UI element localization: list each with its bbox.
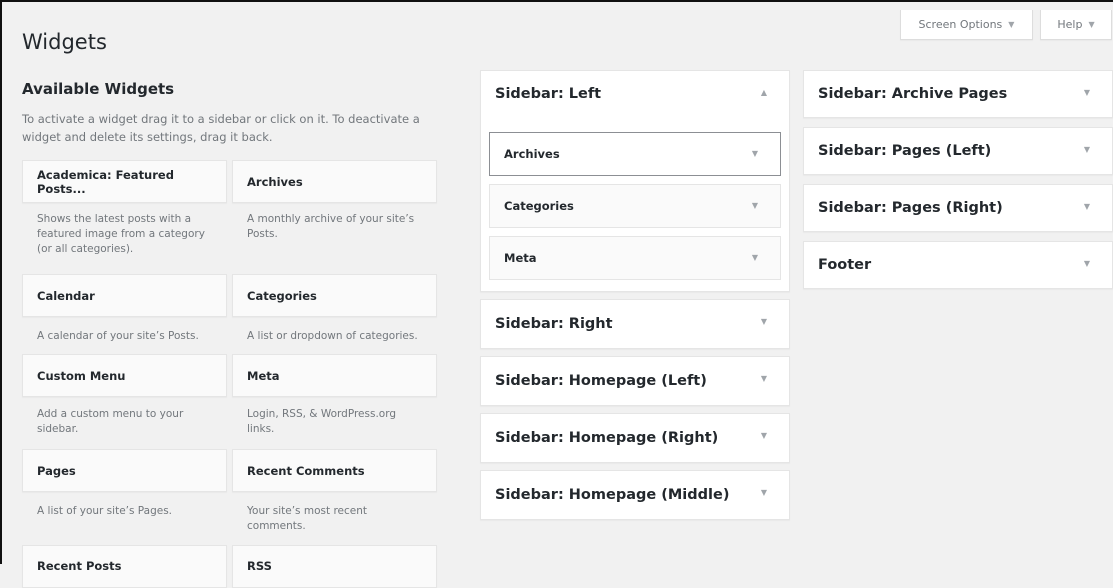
widget-recent-posts[interactable]: Recent Posts [22,545,227,588]
chevron-down-icon[interactable]: ▼ [752,201,758,210]
chevron-down-icon[interactable]: ▼ [752,253,758,262]
sidebar-widget-meta[interactable]: Meta ▼ [489,236,781,280]
chevron-down-icon[interactable]: ▼ [761,431,767,440]
widget-description: A list or dropdown of categories. [247,330,418,342]
sidebar-widget-title: Meta [504,251,537,265]
widget-description: A list of your site’s Pages. [37,505,173,517]
available-widgets-description: To activate a widget drag it to a sideba… [22,112,420,144]
page-title: Widgets [22,30,107,54]
sidebar-title: Sidebar: Pages (Left) [818,143,992,159]
sidebar-title: Sidebar: Left [495,86,602,102]
widget-title: Custom Menu [37,368,126,383]
sidebar-homepage-right-panel[interactable]: Sidebar: Homepage (Right) ▼ [480,413,790,463]
sidebar-pages-right-panel[interactable]: Sidebar: Pages (Right) ▼ [803,184,1113,232]
sidebar-widget-categories[interactable]: Categories ▼ [489,184,781,228]
widget-academica-featured-posts[interactable]: Academica: Featured Posts... [22,160,227,203]
sidebar-widget-title: Archives [504,147,560,161]
widget-description: A calendar of your site’s Posts. [37,330,199,342]
chevron-up-icon[interactable]: ▲ [761,88,767,97]
screen-options-label: Screen Options [918,18,1003,31]
widget-title: Archives [247,174,303,189]
widget-archives[interactable]: Archives [232,160,437,203]
widget-description: Shows the latest posts with a featured i… [37,213,205,255]
sidebar-title: Sidebar: Homepage (Left) [495,373,707,389]
widget-title: Meta [247,368,280,383]
chevron-down-icon[interactable]: ▼ [1084,259,1090,268]
sidebar-right-panel[interactable]: Sidebar: Right ▼ [480,299,790,349]
chevron-down-icon[interactable]: ▼ [761,374,767,383]
widget-meta[interactable]: Meta [232,354,437,397]
sidebar-left-header[interactable]: Sidebar: Left ▲ [481,71,789,117]
widget-pages[interactable]: Pages [22,449,227,492]
sidebar-title: Footer [818,257,872,273]
sidebar-title: Sidebar: Pages (Right) [818,200,1003,216]
sidebar-widget-archives[interactable]: Archives ▼ [489,132,781,176]
chevron-down-icon[interactable]: ▼ [761,317,767,326]
chevron-down-icon[interactable]: ▼ [1084,145,1090,154]
widget-description: Add a custom menu to your sidebar. [37,408,184,435]
chevron-down-icon: ▼ [1008,20,1015,29]
available-widgets-title: Available Widgets [22,80,175,98]
chevron-down-icon: ▼ [1088,20,1095,29]
sidebar-title: Sidebar: Homepage (Right) [495,430,719,446]
chevron-down-icon[interactable]: ▼ [1084,202,1090,211]
sidebar-pages-left-panel[interactable]: Sidebar: Pages (Left) ▼ [803,127,1113,175]
chevron-down-icon[interactable]: ▼ [1084,88,1090,97]
widget-recent-comments[interactable]: Recent Comments [232,449,437,492]
chevron-down-icon[interactable]: ▼ [752,149,758,158]
widget-description: Login, RSS, & WordPress.org links. [247,408,397,435]
widget-title: Pages [37,463,76,478]
widget-custom-menu[interactable]: Custom Menu [22,354,227,397]
screen-options-button[interactable]: Screen Options ▼ [900,10,1033,40]
chevron-down-icon[interactable]: ▼ [761,488,767,497]
widget-rss[interactable]: RSS [232,545,437,588]
widget-calendar[interactable]: Calendar [22,274,227,317]
widget-description: Your site’s most recent comments. [247,505,367,532]
sidebar-homepage-middle-panel[interactable]: Sidebar: Homepage (Middle) ▼ [480,470,790,520]
sidebar-left-panel: Sidebar: Left ▲ Archives ▼ Categories ▼ … [480,70,790,292]
sidebar-title: Sidebar: Archive Pages [818,86,1008,102]
sidebar-widget-title: Categories [504,199,574,213]
widget-title: Academica: Featured Posts... [37,167,174,196]
help-button[interactable]: Help ▼ [1040,10,1112,40]
sidebar-homepage-left-panel[interactable]: Sidebar: Homepage (Left) ▼ [480,356,790,406]
widget-title: Recent Comments [247,463,365,478]
sidebar-title: Sidebar: Homepage (Middle) [495,487,730,503]
widget-description: A monthly archive of your site’s Posts. [247,213,415,240]
sidebar-title: Sidebar: Right [495,316,613,332]
sidebar-archive-pages-panel[interactable]: Sidebar: Archive Pages ▼ [803,70,1113,118]
widget-title: Calendar [37,288,95,303]
help-label: Help [1057,18,1083,31]
widget-categories[interactable]: Categories [232,274,437,317]
footer-panel[interactable]: Footer ▼ [803,241,1113,289]
widget-title: Recent Posts [37,559,122,573]
widget-title: Categories [247,288,317,303]
widget-title: RSS [247,559,272,573]
